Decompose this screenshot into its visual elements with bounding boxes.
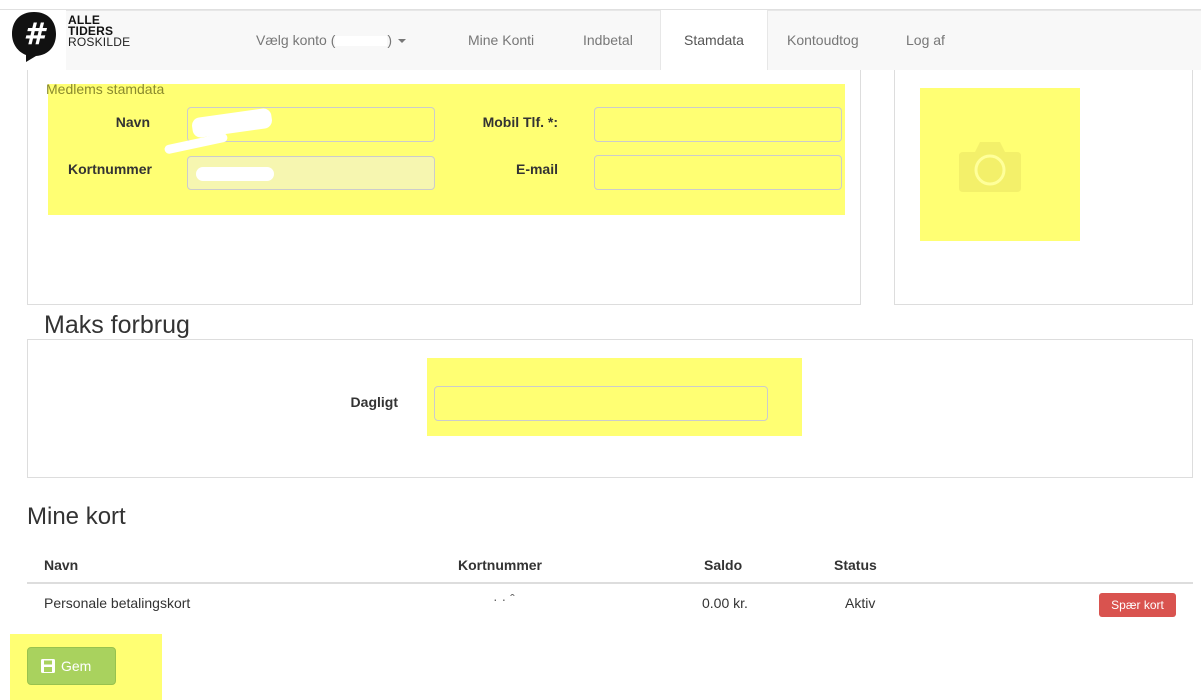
brand-logo[interactable]: #: [8, 10, 60, 62]
brand-text: ALLE TIDERS ROSKILDE: [68, 14, 131, 49]
camera-icon: [959, 142, 1021, 192]
nav-mine-konti[interactable]: Mine Konti: [468, 10, 534, 70]
col-header-card-number: Kortnummer: [458, 557, 543, 573]
col-header-name: Navn: [44, 557, 79, 573]
card-status-cell: Aktiv: [845, 595, 876, 611]
account-suffix: ): [387, 32, 393, 48]
nav-indbetal[interactable]: Indbetal: [583, 10, 633, 70]
nav-log-af[interactable]: Log af: [906, 10, 945, 70]
block-card-button[interactable]: Spær kort: [1099, 593, 1176, 617]
name-label: Navn: [115, 114, 150, 130]
card-number-cell: · · ˆ: [493, 591, 515, 607]
logo-symbol: #: [24, 17, 48, 52]
brand-line-3: ROSKILDE: [68, 35, 131, 49]
email-label: E-mail: [515, 161, 558, 177]
save-button[interactable]: Gem: [27, 647, 116, 685]
hash-logo-icon: #: [12, 12, 56, 62]
account-redacted: [335, 36, 388, 47]
col-header-balance: Saldo: [704, 557, 743, 573]
nav-stamdata[interactable]: Stamdata: [660, 10, 768, 70]
card-name-cell: Personale betalingskort: [44, 595, 191, 611]
cards-title: Mine kort: [27, 503, 126, 530]
daily-label: Dagligt: [350, 394, 398, 410]
nav-kontoudtog[interactable]: Kontoudtog: [787, 10, 859, 70]
col-header-status: Status: [834, 557, 877, 573]
chevron-down-icon: [398, 39, 407, 44]
table-header-rule: [27, 582, 1193, 584]
table-row: Personale betalingskort · · ˆ 0.00 kr. A…: [27, 585, 1193, 625]
limits-title: Maks forbrug: [44, 311, 190, 339]
account-label: Vælg konto (: [256, 32, 336, 48]
nav-account-dropdown[interactable]: Vælg konto (): [256, 10, 407, 70]
daily-limit-field[interactable]: [434, 386, 768, 421]
card-number-label: Kortnummer: [67, 161, 152, 177]
email-field[interactable]: [594, 155, 842, 190]
member-section-title: Medlems stamdata: [46, 81, 165, 97]
save-label: Gem: [61, 658, 92, 674]
mobile-label: Mobil Tlf. *:: [482, 114, 558, 130]
card-number-redaction: [196, 167, 274, 181]
floppy-disk-icon: [41, 659, 55, 673]
navbar-background: [66, 10, 1201, 70]
photo-placeholder[interactable]: [920, 88, 1080, 241]
mobile-field[interactable]: [594, 107, 842, 142]
card-balance-cell: 0.00 kr.: [702, 595, 748, 611]
